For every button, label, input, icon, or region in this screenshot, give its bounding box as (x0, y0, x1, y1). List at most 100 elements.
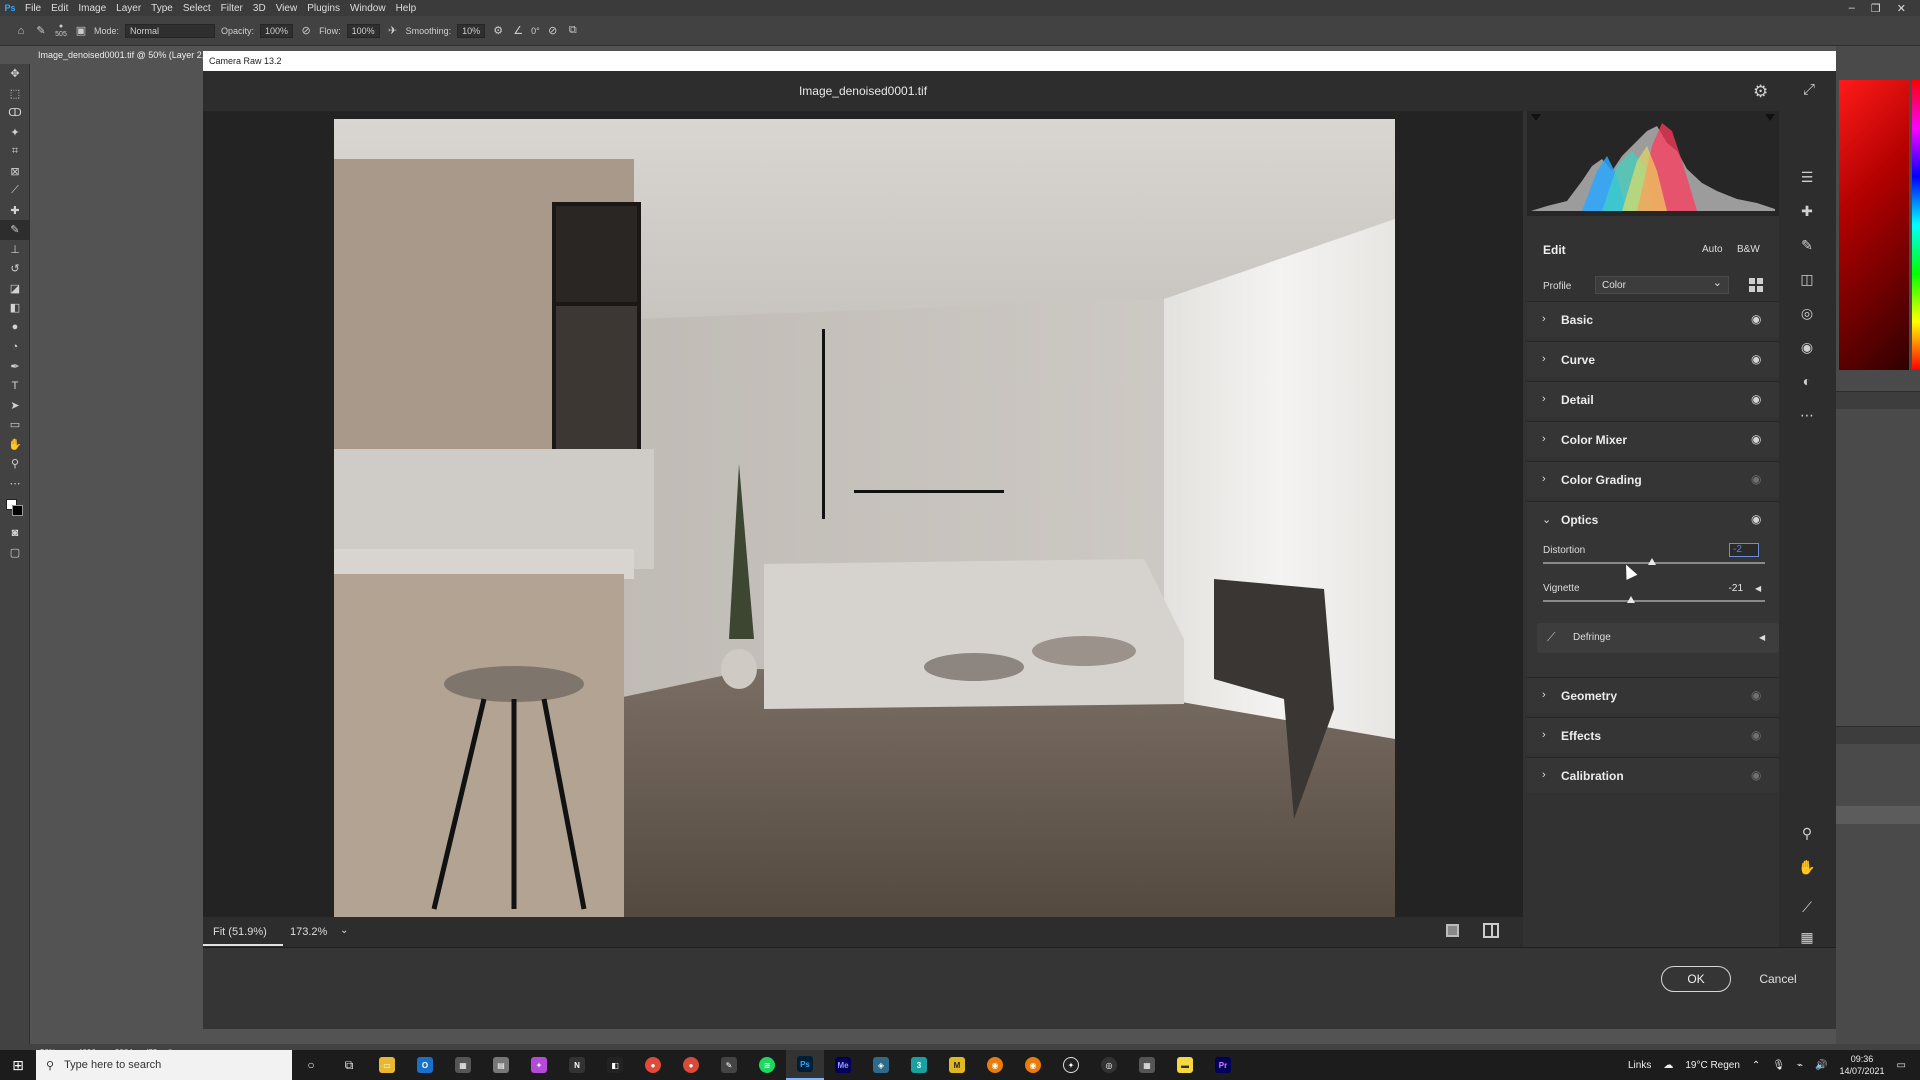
angle-value[interactable]: 0° (531, 26, 540, 36)
presets-icon[interactable]: ◐ (1789, 367, 1825, 395)
blender-icon[interactable]: ◉ (976, 1050, 1014, 1080)
eye-icon[interactable]: ◉ (1751, 512, 1761, 526)
restore-icon[interactable]: ❐ (1871, 2, 1881, 15)
spotify-icon[interactable]: ≋ (748, 1050, 786, 1080)
notifications-icon[interactable]: ▭ (1897, 1060, 1906, 1071)
hand-icon[interactable]: ✋ (1789, 853, 1825, 881)
sampler-icon[interactable]: ⟋ (1789, 893, 1825, 921)
pressure-opacity-icon[interactable]: ⊘ (299, 24, 313, 38)
menu-plugins[interactable]: Plugins (302, 3, 345, 14)
browser-icon[interactable]: ● (672, 1050, 710, 1080)
smoothing-settings-icon[interactable]: ⚙ (491, 24, 505, 38)
app-icon[interactable]: ◎ (1090, 1050, 1128, 1080)
zoom-icon[interactable]: ⚲ (1789, 819, 1825, 847)
menu-view[interactable]: View (271, 3, 303, 14)
fullscreen-icon[interactable]: ⤢ (1803, 81, 1815, 98)
eye-icon[interactable]: ◉ (1751, 728, 1761, 742)
hue-slider[interactable] (1912, 80, 1920, 370)
menu-image[interactable]: Image (73, 3, 111, 14)
close-icon[interactable]: ✕ (1897, 2, 1906, 15)
eraser-tool-icon[interactable]: ◪ (0, 279, 30, 299)
brush-tool-icon[interactable]: ✎ (0, 220, 30, 240)
crop-tool-icon[interactable]: ⌗ (0, 142, 30, 162)
marquee-tool-icon[interactable]: ⬚ (0, 84, 30, 104)
dodge-tool-icon[interactable]: ◔ (0, 337, 30, 357)
eye-icon[interactable]: ◉ (1751, 688, 1761, 702)
section-optics[interactable]: ⌄ Optics ◉ (1527, 501, 1779, 537)
eye-icon[interactable]: ◉ (1751, 312, 1761, 326)
healing-brush-icon[interactable]: ✚ (1789, 197, 1825, 225)
menu-3d[interactable]: 3D (248, 3, 271, 14)
brush-preset-icon[interactable]: ● 505 (54, 23, 68, 38)
chevron-up-icon[interactable]: ⌃ (1752, 1060, 1760, 1071)
before-after-view-icon[interactable] (1483, 923, 1499, 938)
ok-button[interactable]: OK (1661, 966, 1731, 992)
radial-filter-icon[interactable]: ◎ (1789, 299, 1825, 327)
lasso-tool-icon[interactable]: ↀ (0, 103, 30, 123)
premiere-icon[interactable]: Pr (1204, 1050, 1242, 1080)
vignette-slider-thumb[interactable] (1626, 596, 1635, 603)
menu-filter[interactable]: Filter (216, 3, 248, 14)
eye-icon[interactable]: ◉ (1751, 392, 1761, 406)
calculator-icon[interactable]: ▦ (444, 1050, 482, 1080)
vignette-slider-track[interactable] (1543, 600, 1765, 602)
app-icon[interactable]: ▤ (482, 1050, 520, 1080)
color-picker-field[interactable] (1839, 80, 1909, 370)
eye-icon[interactable]: ◉ (1751, 352, 1761, 366)
eye-icon[interactable]: ◉ (1751, 768, 1761, 782)
red-eye-icon[interactable]: ◉ (1789, 333, 1825, 361)
shape-tool-icon[interactable]: ▭ (0, 415, 30, 435)
histogram[interactable] (1527, 111, 1779, 216)
brush-tool-icon[interactable]: ✎ (34, 24, 48, 38)
clock[interactable]: 09:36 14/07/2021 (1840, 1053, 1885, 1077)
brush-settings-icon[interactable]: ▣ (74, 24, 88, 38)
task-view-icon[interactable]: ⧉ (330, 1050, 368, 1080)
shadow-clipping-icon[interactable] (1531, 114, 1541, 121)
app-icon[interactable]: 3 (900, 1050, 938, 1080)
healing-tool-icon[interactable]: ✚ (0, 201, 30, 221)
section-calibration[interactable]: › Calibration ◉ (1527, 757, 1779, 793)
image-preview-area[interactable] (203, 111, 1523, 920)
menu-layer[interactable]: Layer (111, 3, 146, 14)
section-detail[interactable]: › Detail ◉ (1527, 381, 1779, 417)
windows-start-icon[interactable]: ⊞ (0, 1050, 36, 1080)
pen-tool-icon[interactable]: ✒ (0, 357, 30, 377)
grid-overlay-icon[interactable]: ▦ (1789, 923, 1825, 951)
app-icon[interactable]: ◈ (862, 1050, 900, 1080)
photoshop-taskbar-icon[interactable]: Ps (786, 1050, 824, 1080)
weather-text[interactable]: 19°C Regen (1685, 1060, 1740, 1071)
color-swatches-icon[interactable] (0, 493, 30, 523)
home-icon[interactable]: ⌂ (14, 24, 28, 38)
zoom-tool-icon[interactable]: ⚲ (0, 454, 30, 474)
cortana-icon[interactable]: ○ (292, 1050, 330, 1080)
app-icon[interactable]: ✦ (1052, 1050, 1090, 1080)
vignette-expand-icon[interactable]: ◀ (1755, 584, 1761, 593)
distortion-slider-thumb[interactable] (1647, 558, 1656, 565)
app-icon[interactable]: ✎ (710, 1050, 748, 1080)
section-effects[interactable]: › Effects ◉ (1527, 717, 1779, 753)
vignette-value-input[interactable]: -21 (1713, 583, 1743, 594)
menu-window[interactable]: Window (345, 3, 391, 14)
blur-tool-icon[interactable]: ● (0, 318, 30, 338)
app-icon[interactable]: N (558, 1050, 596, 1080)
section-curve[interactable]: › Curve ◉ (1527, 341, 1779, 377)
stamp-tool-icon[interactable]: ⊥ (0, 240, 30, 260)
document-tab[interactable]: Image_denoised0001.tif @ 50% (Layer 2, R (30, 46, 205, 64)
symmetry-icon[interactable]: ⧉ (566, 24, 580, 38)
opacity-input[interactable]: 100% (260, 23, 294, 38)
menu-help[interactable]: Help (391, 3, 422, 14)
blender-icon[interactable]: ◉ (1014, 1050, 1052, 1080)
highlight-clipping-icon[interactable] (1765, 114, 1775, 121)
history-brush-tool-icon[interactable]: ↺ (0, 259, 30, 279)
graduated-filter-icon[interactable]: ◫ (1789, 265, 1825, 293)
eyedropper-icon[interactable]: ⟋ (1547, 630, 1555, 645)
cancel-button[interactable]: Cancel (1743, 966, 1813, 992)
smoothing-input[interactable]: 10% (457, 23, 486, 38)
eye-icon[interactable]: ◉ (1751, 432, 1761, 446)
type-tool-icon[interactable]: T (0, 376, 30, 396)
more-tools-icon[interactable]: ⋯ (0, 474, 30, 494)
menu-type[interactable]: Type (146, 3, 178, 14)
media-encoder-icon[interactable]: Me (824, 1050, 862, 1080)
menu-edit[interactable]: Edit (46, 3, 73, 14)
app-icon[interactable]: ◧ (596, 1050, 634, 1080)
